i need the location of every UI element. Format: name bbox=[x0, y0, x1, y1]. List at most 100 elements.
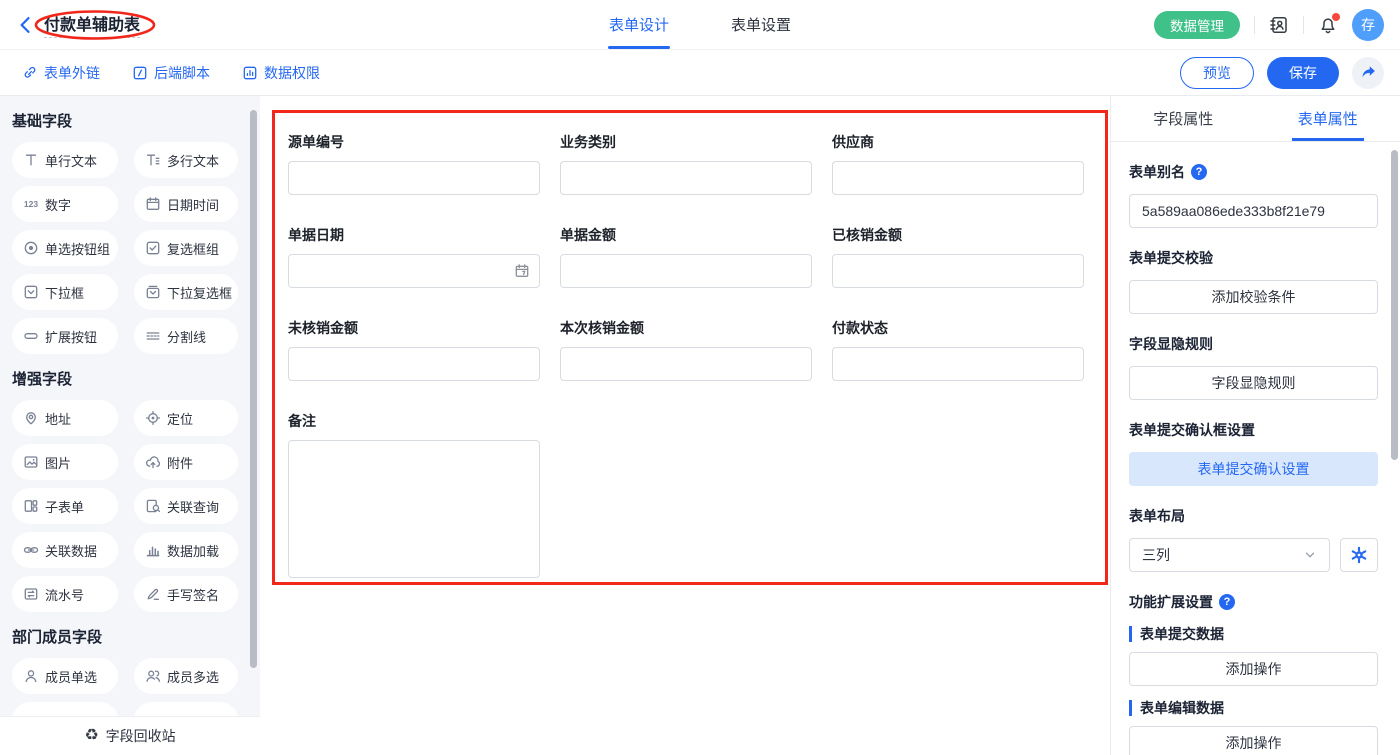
user-avatar[interactable]: 存 bbox=[1352, 9, 1384, 41]
field-text-input[interactable] bbox=[560, 161, 812, 195]
field-type-label: 下拉框 bbox=[45, 283, 84, 302]
field-type-expand-button[interactable]: 扩展按钮 bbox=[12, 318, 118, 354]
address-icon bbox=[23, 410, 39, 426]
radio-group-icon bbox=[23, 240, 39, 256]
field-type-checkbox-group[interactable]: 复选框组 bbox=[134, 230, 238, 266]
field-type-relation-data[interactable]: 关联数据 bbox=[12, 532, 118, 568]
data-load-icon bbox=[145, 542, 161, 558]
field-type-address[interactable]: 地址 bbox=[12, 400, 118, 436]
sidebar-section-title: 增强字段 bbox=[12, 372, 248, 388]
field-type-subform[interactable]: 子表单 bbox=[12, 488, 118, 524]
field-textarea[interactable] bbox=[288, 440, 540, 578]
field-label: 业务类别 bbox=[560, 132, 812, 152]
field-type-location[interactable]: 定位 bbox=[134, 400, 238, 436]
tab-form-properties[interactable]: 表单属性 bbox=[1256, 96, 1400, 141]
field-type-label: 成员多选 bbox=[167, 667, 219, 686]
chevron-down-icon bbox=[1303, 548, 1317, 562]
page-title[interactable]: 付款单辅助表 bbox=[44, 11, 140, 38]
preview-button[interactable]: 预览 bbox=[1180, 57, 1254, 89]
field-type-dropdown[interactable]: 下拉框 bbox=[12, 274, 118, 310]
secondary-toolbar: 表单外链 后端脚本 数据权限 预览 保存 bbox=[0, 50, 1400, 96]
field-type-divider-line[interactable]: 分割线 bbox=[134, 318, 238, 354]
share-button[interactable] bbox=[1352, 57, 1384, 89]
help-icon[interactable]: ? bbox=[1191, 164, 1207, 180]
field-text-input[interactable] bbox=[560, 347, 812, 381]
form-grid: 源单编号业务类别供应商单据日期单据金额已核销金额未核销金额本次核销金额付款状态备… bbox=[288, 132, 1084, 578]
data-manage-button[interactable]: 数据管理 bbox=[1154, 11, 1240, 39]
number-icon: 123 bbox=[23, 196, 39, 212]
address-book-icon[interactable] bbox=[1269, 15, 1289, 35]
field-text-input[interactable] bbox=[288, 161, 540, 195]
divider-line-icon bbox=[145, 328, 161, 344]
field-recycle-bin[interactable]: ♻︎ 字段回收站 bbox=[0, 716, 260, 755]
save-button[interactable]: 保存 bbox=[1267, 57, 1339, 89]
field-library-sidebar: 基础字段单行文本 多行文本 123数字日期时间单选按钮组复选框组下拉框 下拉复选框扩展… bbox=[0, 96, 260, 755]
tab-field-properties[interactable]: 字段属性 bbox=[1111, 96, 1256, 141]
field-type-image[interactable]: 图片 bbox=[12, 444, 118, 480]
checkbox-group-icon bbox=[145, 240, 161, 256]
notification-badge bbox=[1332, 13, 1340, 21]
field-label: 单据日期 bbox=[288, 225, 540, 245]
recycle-icon: ♻︎ bbox=[84, 728, 98, 744]
field-text-input[interactable] bbox=[832, 161, 1084, 195]
divider bbox=[1254, 16, 1255, 34]
field-type-datetime[interactable]: 日期时间 bbox=[134, 186, 238, 222]
multi-line-text-icon bbox=[145, 152, 161, 168]
layout-select[interactable]: 三列 bbox=[1129, 538, 1330, 572]
datetime-icon bbox=[145, 196, 161, 212]
notification-bell-icon[interactable] bbox=[1318, 15, 1338, 35]
help-icon[interactable]: ? bbox=[1219, 594, 1235, 610]
layout-settings-button[interactable] bbox=[1340, 538, 1378, 572]
field-type-member-single[interactable]: 成员单选 bbox=[12, 658, 118, 694]
sidebar-section: 基础字段单行文本 多行文本 123数字日期时间单选按钮组复选框组下拉框 下拉复选框扩展… bbox=[12, 114, 248, 354]
sidebar-section-title: 基础字段 bbox=[12, 114, 248, 130]
backend-script-link[interactable]: 后端脚本 bbox=[132, 63, 210, 83]
field-text-input[interactable] bbox=[832, 254, 1084, 288]
field-type-label: 定位 bbox=[167, 409, 193, 428]
submit-confirm-button[interactable]: 表单提交确认设置 bbox=[1129, 452, 1378, 486]
form-alias-label-text: 表单别名 bbox=[1129, 162, 1185, 182]
form-layout-row: 三列 bbox=[1129, 538, 1378, 572]
field-type-label: 地址 bbox=[45, 409, 71, 428]
form-design-canvas[interactable]: 源单编号业务类别供应商单据日期单据金额已核销金额未核销金额本次核销金额付款状态备… bbox=[260, 96, 1110, 755]
properties-tabs: 字段属性 表单属性 bbox=[1111, 96, 1400, 142]
member-single-icon bbox=[23, 668, 39, 684]
field-text-input[interactable] bbox=[288, 347, 540, 381]
back-icon[interactable] bbox=[16, 15, 36, 35]
field-type-multi-line-text[interactable]: 多行文本 bbox=[134, 142, 238, 178]
form-external-link[interactable]: 表单外链 bbox=[22, 63, 100, 83]
window-scrollbar[interactable] bbox=[1391, 150, 1398, 460]
submit-data-add-button[interactable]: 添加操作 bbox=[1129, 652, 1378, 686]
form-field: 已核销金额 bbox=[832, 225, 1084, 288]
tab-form-design[interactable]: 表单设计 bbox=[609, 0, 669, 49]
backend-script-label: 后端脚本 bbox=[154, 63, 210, 83]
data-permission-link[interactable]: 数据权限 bbox=[242, 63, 320, 83]
field-type-signature[interactable]: 手写签名 bbox=[134, 576, 238, 612]
field-type-serial-number[interactable]: 流水号 bbox=[12, 576, 118, 612]
sidebar-scrollbar[interactable] bbox=[250, 110, 257, 668]
field-type-radio-group[interactable]: 单选按钮组 bbox=[12, 230, 118, 266]
field-type-member-multi[interactable]: 成员多选 bbox=[134, 658, 238, 694]
signature-icon bbox=[145, 586, 161, 602]
field-type-attachment[interactable]: 附件 bbox=[134, 444, 238, 480]
field-type-number[interactable]: 123数字 bbox=[12, 186, 118, 222]
field-text-input[interactable] bbox=[560, 254, 812, 288]
form-alias-input[interactable]: 5a589aa086ede333b8f21e79 bbox=[1129, 194, 1378, 228]
field-type-label: 扩展按钮 bbox=[45, 327, 97, 346]
field-text-input[interactable] bbox=[832, 347, 1084, 381]
field-type-relation-query[interactable]: 关联查询 bbox=[134, 488, 238, 524]
field-type-data-load[interactable]: 数据加载 bbox=[134, 532, 238, 568]
field-type-multi-dropdown[interactable]: 下拉复选框 bbox=[134, 274, 238, 310]
field-type-label: 单行文本 bbox=[45, 151, 97, 170]
tab-form-settings[interactable]: 表单设置 bbox=[731, 0, 791, 49]
form-external-link-label: 表单外链 bbox=[44, 63, 100, 83]
add-validation-button[interactable]: 添加校验条件 bbox=[1129, 280, 1378, 314]
field-type-single-line-text[interactable]: 单行文本 bbox=[12, 142, 118, 178]
field-date-input[interactable] bbox=[288, 254, 540, 288]
field-type-label: 数据加载 bbox=[167, 541, 219, 560]
field-type-label: 分割线 bbox=[167, 327, 206, 346]
expand-button-icon bbox=[23, 328, 39, 344]
field-visibility-button[interactable]: 字段显隐规则 bbox=[1129, 366, 1378, 400]
relation-data-icon bbox=[23, 542, 39, 558]
edit-data-add-button[interactable]: 添加操作 bbox=[1129, 726, 1378, 755]
